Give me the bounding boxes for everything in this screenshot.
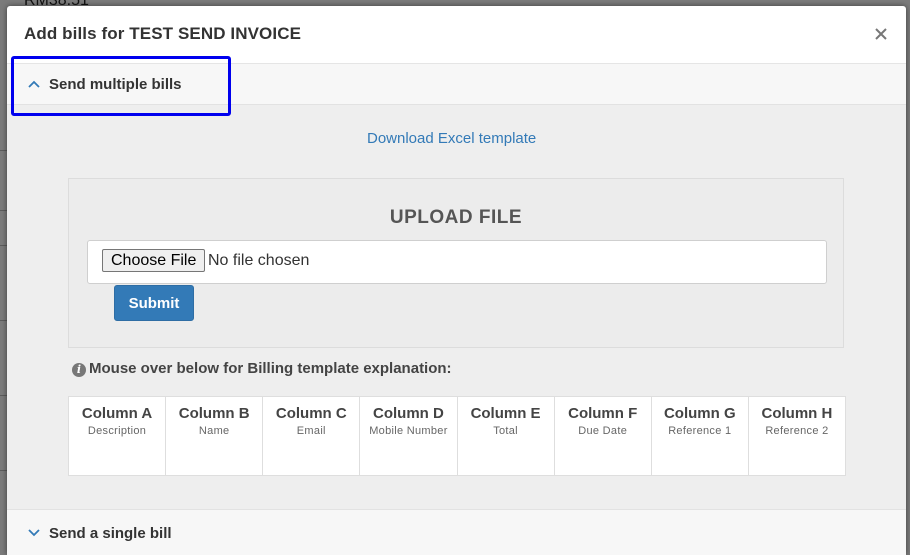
chevron-up-icon xyxy=(28,80,40,88)
template-column-a[interactable]: Column A Description xyxy=(69,397,167,475)
choose-file-button[interactable]: Choose File xyxy=(102,249,206,272)
info-icon: i xyxy=(72,363,86,377)
send-multiple-bills-label: Send multiple bills xyxy=(49,76,182,93)
template-column-f[interactable]: Column F Due Date xyxy=(555,397,652,475)
send-single-bill-label: Send a single bill xyxy=(49,525,172,542)
column-name: Column B xyxy=(178,405,250,422)
submit-button[interactable]: Submit xyxy=(114,285,194,321)
column-description: Total xyxy=(493,425,518,437)
background-divider xyxy=(0,210,7,211)
template-column-c[interactable]: Column C Email xyxy=(263,397,361,475)
column-name: Column G xyxy=(663,405,736,422)
column-description: Reference 1 xyxy=(668,425,732,437)
background-divider xyxy=(0,245,7,246)
file-input[interactable]: Choose File No file chosen xyxy=(87,240,827,284)
template-column-e[interactable]: Column E Total xyxy=(458,397,555,475)
upload-file-panel: UPLOAD FILE Choose File No file chosen S… xyxy=(68,178,844,348)
column-description: Mobile Number xyxy=(369,425,448,437)
background-divider xyxy=(0,320,7,321)
send-single-bill-toggle[interactable]: Send a single bill xyxy=(7,509,906,555)
template-column-h[interactable]: Column H Reference 2 xyxy=(749,397,845,475)
column-name: Column E xyxy=(470,405,541,422)
template-hint: i Mouse over below for Billing template e… xyxy=(72,360,452,377)
column-name: Column A xyxy=(81,405,153,422)
template-column-b[interactable]: Column B Name xyxy=(166,397,264,475)
background-divider xyxy=(0,470,7,471)
chevron-down-icon xyxy=(28,529,40,537)
column-description: Name xyxy=(198,425,230,437)
column-description: Email xyxy=(296,425,326,437)
close-button[interactable] xyxy=(873,26,889,42)
background-divider xyxy=(0,150,7,151)
column-name: Column D xyxy=(373,405,444,422)
template-column-d[interactable]: Column D Mobile Number xyxy=(360,397,458,475)
modal-header: Add bills for TEST SEND INVOICE xyxy=(7,6,906,64)
column-description: Description xyxy=(87,425,147,437)
template-hint-text: Mouse over below for Billing template ex… xyxy=(89,360,452,377)
template-column-g[interactable]: Column G Reference 1 xyxy=(652,397,749,475)
download-excel-template-link[interactable]: Download Excel template xyxy=(367,130,536,147)
modal-title: Add bills for TEST SEND INVOICE xyxy=(24,24,302,43)
column-description: Reference 2 xyxy=(765,425,829,437)
send-multiple-bills-panel: Download Excel template UPLOAD FILE Choo… xyxy=(7,105,906,509)
column-name: Column C xyxy=(275,405,347,422)
column-description: Due Date xyxy=(578,425,628,437)
send-multiple-bills-toggle[interactable]: Send multiple bills xyxy=(7,64,906,105)
file-status-text: No file chosen xyxy=(208,252,310,269)
add-bills-modal: Add bills for TEST SEND INVOICE Send mul… xyxy=(7,6,906,555)
column-name: Column F xyxy=(568,405,638,422)
background-divider xyxy=(0,395,7,396)
column-name: Column H xyxy=(761,405,833,422)
upload-file-title: UPLOAD FILE xyxy=(389,207,523,228)
close-icon xyxy=(875,28,887,40)
billing-template-columns: Column A Description Column B Name Colum… xyxy=(68,396,846,476)
